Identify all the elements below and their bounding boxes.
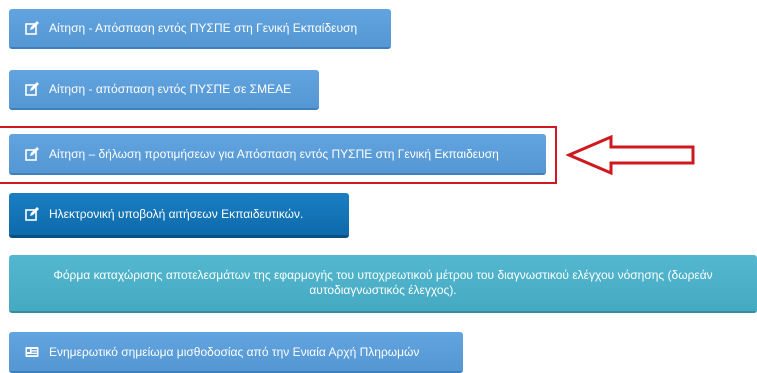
- button-label: Αίτηση – δήλωση προτιμήσεων για Απόσπαση…: [49, 146, 499, 161]
- button-label: Ενημερωτικό σημείωμα μισθοδοσίας από την…: [49, 344, 420, 359]
- button-label: Αίτηση - Απόσπαση εντός ΠΥΣΠΕ στη Γενική…: [49, 21, 358, 35]
- red-arrow-annotation: [566, 134, 695, 176]
- payroll-note-button[interactable]: Ενημερωτικό σημείωμα μισθοδοσίας από την…: [9, 332, 463, 373]
- edit-icon: [25, 146, 39, 161]
- id-card-icon: [25, 345, 39, 359]
- teacher-applications-button[interactable]: Ηλεκτρονική υποβολή αιτήσεων Εκπαιδευτικ…: [9, 193, 349, 238]
- edit-icon: [25, 21, 39, 35]
- button-label: Ηλεκτρονική υποβολή αιτήσεων Εκπαιδευτικ…: [49, 207, 304, 221]
- application-smeae-button[interactable]: Αίτηση - απόσπαση εντός ΠΥΣΠΕ σε ΣΜΕΑΕ: [9, 70, 319, 110]
- application-general-education-button[interactable]: Αίτηση - Απόσπαση εντός ΠΥΣΠΕ στη Γενική…: [9, 9, 391, 49]
- button-label: Αίτηση - απόσπαση εντός ΠΥΣΠΕ σε ΣΜΕΑΕ: [49, 82, 292, 96]
- self-test-results-form-button[interactable]: Φόρμα καταχώρισης αποτελεσμάτων της εφαρ…: [9, 255, 757, 313]
- edit-icon: [25, 207, 39, 221]
- edit-icon: [25, 82, 39, 96]
- button-label: Φόρμα καταχώρισης αποτελεσμάτων της εφαρ…: [53, 268, 713, 297]
- application-preferences-button[interactable]: Αίτηση – δήλωση προτιμήσεων για Απόσπαση…: [9, 134, 546, 175]
